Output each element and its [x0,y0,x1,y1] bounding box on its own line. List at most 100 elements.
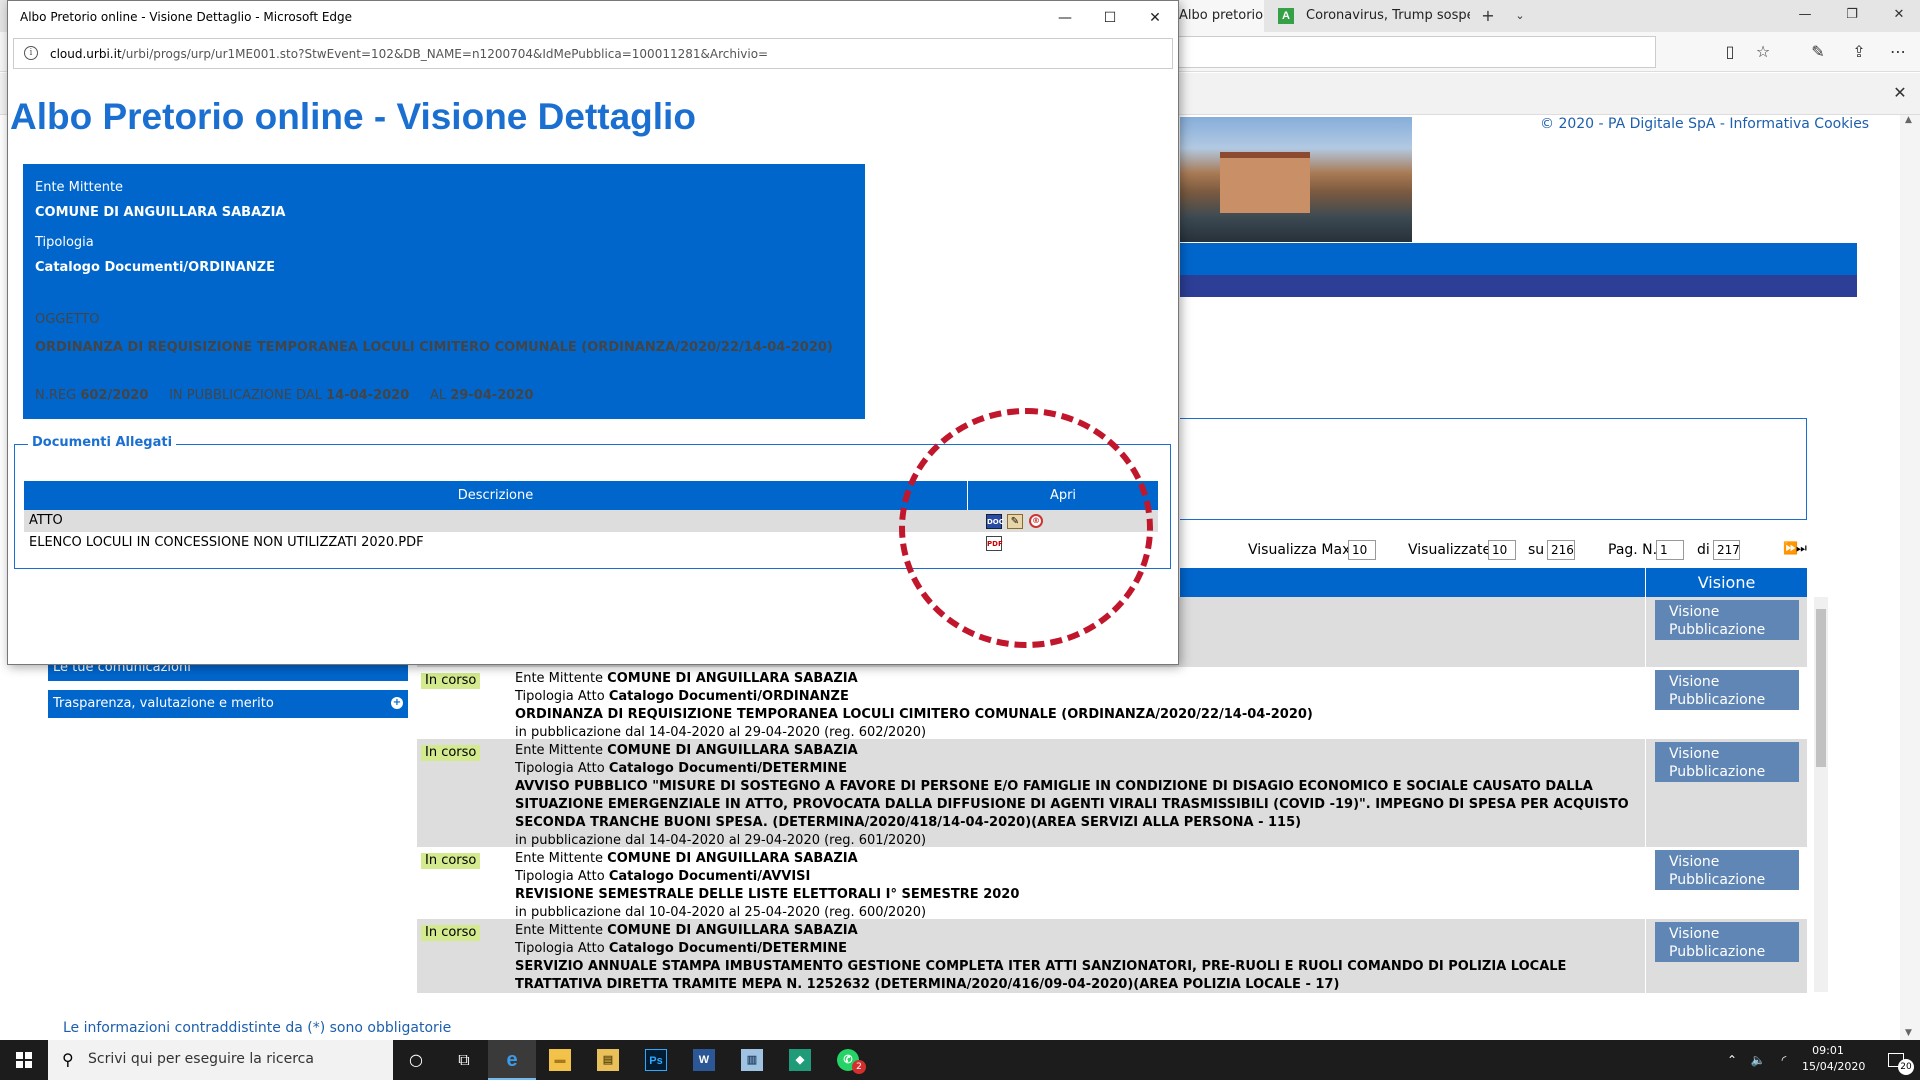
tipologia-value: Catalogo Documenti/DETERMINE [608,761,847,776]
pager-next-last-icon[interactable]: ⏩⏭ [1783,541,1807,556]
more-icon[interactable]: ⋯ [1886,42,1910,62]
tipologia-value: Catalogo Documenti/ORDINANZE [35,260,275,275]
windows-logo-icon [25,1052,32,1059]
taskbar-clock[interactable]: 09:01 15/04/2020 [1802,1043,1865,1075]
oggetto-value: SERVIZIO ANNUALE STAMPA IMBUSTAMENTO GES… [515,959,1567,992]
taskbar-green-app[interactable]: ◆ [776,1040,824,1080]
taskbar-file-explorer[interactable]: ▬ [536,1040,584,1080]
ente-label: Ente Mittente [515,851,608,866]
ente-label: Ente Mittente [515,671,608,686]
tab-label: Albo pretorio o [1179,8,1264,23]
tipologia-value: Catalogo Documenti/DETERMINE [608,941,847,956]
tab-coronavirus[interactable]: A Coronavirus, Trump sospende [1270,0,1470,32]
windows-logo-icon [16,1061,23,1068]
taskbar-photoshop[interactable]: Ps [632,1040,680,1080]
reading-view-icon[interactable]: ▯ [1718,42,1742,62]
attachment-description: ELENCO LOCULI IN CONCESSIONE NON UTILIZZ… [29,535,424,550]
tab-list-chevron-icon[interactable]: ⌄ [1508,6,1532,26]
taskbar-folder[interactable]: ▤ [584,1040,632,1080]
popup-url-bar[interactable]: i cloud.urbi.it/urbi/progs/urp/ur1ME001.… [13,38,1173,69]
table-row: In corso Ente Mittente COMUNE DI ANGUILL… [417,667,1807,742]
file-explorer-icon: ▬ [549,1049,571,1071]
row-details: Ente Mittente COMUNE DI ANGUILLARA SABAZ… [515,670,1635,742]
hero-image [1180,117,1412,242]
copyright-link[interactable]: © 2020 - PA Digitale SpA - Informativa C… [1540,116,1869,132]
list-scroll-thumb[interactable] [1816,609,1826,767]
network-icon[interactable]: ◜ [1772,1040,1796,1080]
tipologia-label: Tipologia [35,235,94,250]
tipologia-label: Tipologia Atto [515,761,609,776]
ente-label: Ente Mittente [35,180,124,195]
volume-icon[interactable]: 🔈 [1746,1040,1770,1080]
share-icon[interactable]: ⇪ [1847,42,1871,62]
pag-label: Pag. N. [1608,542,1658,558]
popup-url-text: cloud.urbi.it/urbi/progs/urp/ur1ME001.st… [50,47,768,61]
column-separator [1645,597,1646,993]
visione-pubblicazione-button[interactable]: Visione Pubblicazione [1655,742,1799,782]
taskbar-word[interactable]: W [680,1040,728,1080]
popup-title-bar[interactable]: Albo Pretorio online - Visione Dettaglio… [8,1,1178,34]
list-scrollbar[interactable] [1814,597,1828,992]
close-notification-icon[interactable]: ✕ [1888,83,1912,103]
dal-value: 14-04-2020 [326,388,410,403]
close-button[interactable]: ✕ [1887,5,1911,25]
address-field[interactable] [1176,36,1656,68]
tipologia-label: Tipologia Atto [515,689,609,704]
word-icon: W [693,1049,715,1071]
red-dashed-highlight-circle [899,408,1153,648]
status-badge: In corso [421,673,481,689]
tab-favicon-icon: A [1278,8,1294,24]
required-fields-note: Le informazioni contraddistinte da (*) s… [63,1020,452,1036]
taskbar-search-box[interactable]: ⚲ Scrivi qui per eseguire la ricerca [48,1040,393,1080]
tray-up-chevron-icon[interactable]: ⌃ [1720,1040,1744,1080]
windows-taskbar: ⚲ Scrivi qui per eseguire la ricerca ○ ⧉… [0,1040,1920,1080]
ente-value: COMUNE DI ANGUILLARA SABAZIA [607,923,858,938]
row-details: Ente Mittente COMUNE DI ANGUILLARA SABAZ… [515,742,1635,850]
visione-pubblicazione-button[interactable]: Visione Pubblicazione [1655,600,1799,640]
visione-pubblicazione-button[interactable]: Visione Pubblicazione [1655,670,1799,710]
folder-icon: ▤ [597,1049,619,1071]
search-panel [1180,418,1807,520]
visione-pubblicazione-button[interactable]: Visione Pubblicazione [1655,922,1799,962]
taskbar-whatsapp[interactable]: ✆ 2 [824,1040,872,1080]
windows-logo-icon [16,1052,23,1059]
notification-center-icon[interactable]: 20 [1872,1040,1920,1080]
clock-time: 09:01 [1812,1044,1844,1057]
windows-logo-icon [25,1061,32,1068]
attachments-legend: Documenti Allegati [28,435,177,450]
unread-badge: 2 [852,1060,866,1074]
tipologia-label: Tipologia Atto [515,941,609,956]
di-label: di [1697,542,1710,558]
task-view-icon[interactable]: ⧉ [440,1040,488,1080]
ente-label: Ente Mittente [515,923,608,938]
tab-albo-pretorio[interactable]: Albo pretorio o [1176,0,1264,32]
expand-plus-icon[interactable]: + [391,697,403,709]
popup-maximize-button[interactable]: ☐ [1095,7,1125,29]
new-tab-icon[interactable]: + [1476,6,1500,26]
popup-close-button[interactable]: ✕ [1140,7,1170,29]
restore-button[interactable]: ❐ [1840,5,1864,25]
scroll-down-icon[interactable]: ▼ [1905,1028,1912,1038]
registration-line: N.REG 602/2020 IN PUBBLICAZIONE DAL 14-0… [35,388,533,403]
table-row: In corso Ente Mittente COMUNE DI ANGUILL… [417,919,1807,993]
page-number-input[interactable]: 1 [1656,540,1684,560]
taskbar-notepad[interactable]: ▥ [728,1040,776,1080]
favorite-star-icon[interactable]: ☆ [1751,42,1775,62]
visione-pubblicazione-button[interactable]: Visione Pubblicazione [1655,850,1799,890]
popup-minimize-button[interactable]: — [1050,7,1080,29]
visualizza-max-input[interactable]: 10 [1348,540,1376,560]
minimize-button[interactable]: — [1793,5,1817,25]
scroll-up-icon[interactable]: ▲ [1905,115,1912,125]
start-button[interactable] [0,1040,48,1080]
status-badge: In corso [421,745,481,761]
search-placeholder: Scrivi qui per eseguire la ricerca [88,1051,314,1067]
tipologia-value: Catalogo Documenti/AVVISI [608,869,811,884]
visualizzate-value: 10 [1488,540,1516,560]
pen-notes-icon[interactable]: ✎ [1806,42,1830,62]
cortana-icon[interactable]: ○ [392,1040,440,1080]
taskbar-edge[interactable]: e [488,1040,536,1080]
page-scrollbar[interactable]: ▲ ▼ [1900,115,1920,1040]
sidebar-item-label: Trasparenza, valutazione e merito [53,696,274,711]
site-info-icon[interactable]: i [24,46,38,60]
sidebar-item-trasparenza[interactable]: Trasparenza, valutazione e merito + [48,690,408,718]
